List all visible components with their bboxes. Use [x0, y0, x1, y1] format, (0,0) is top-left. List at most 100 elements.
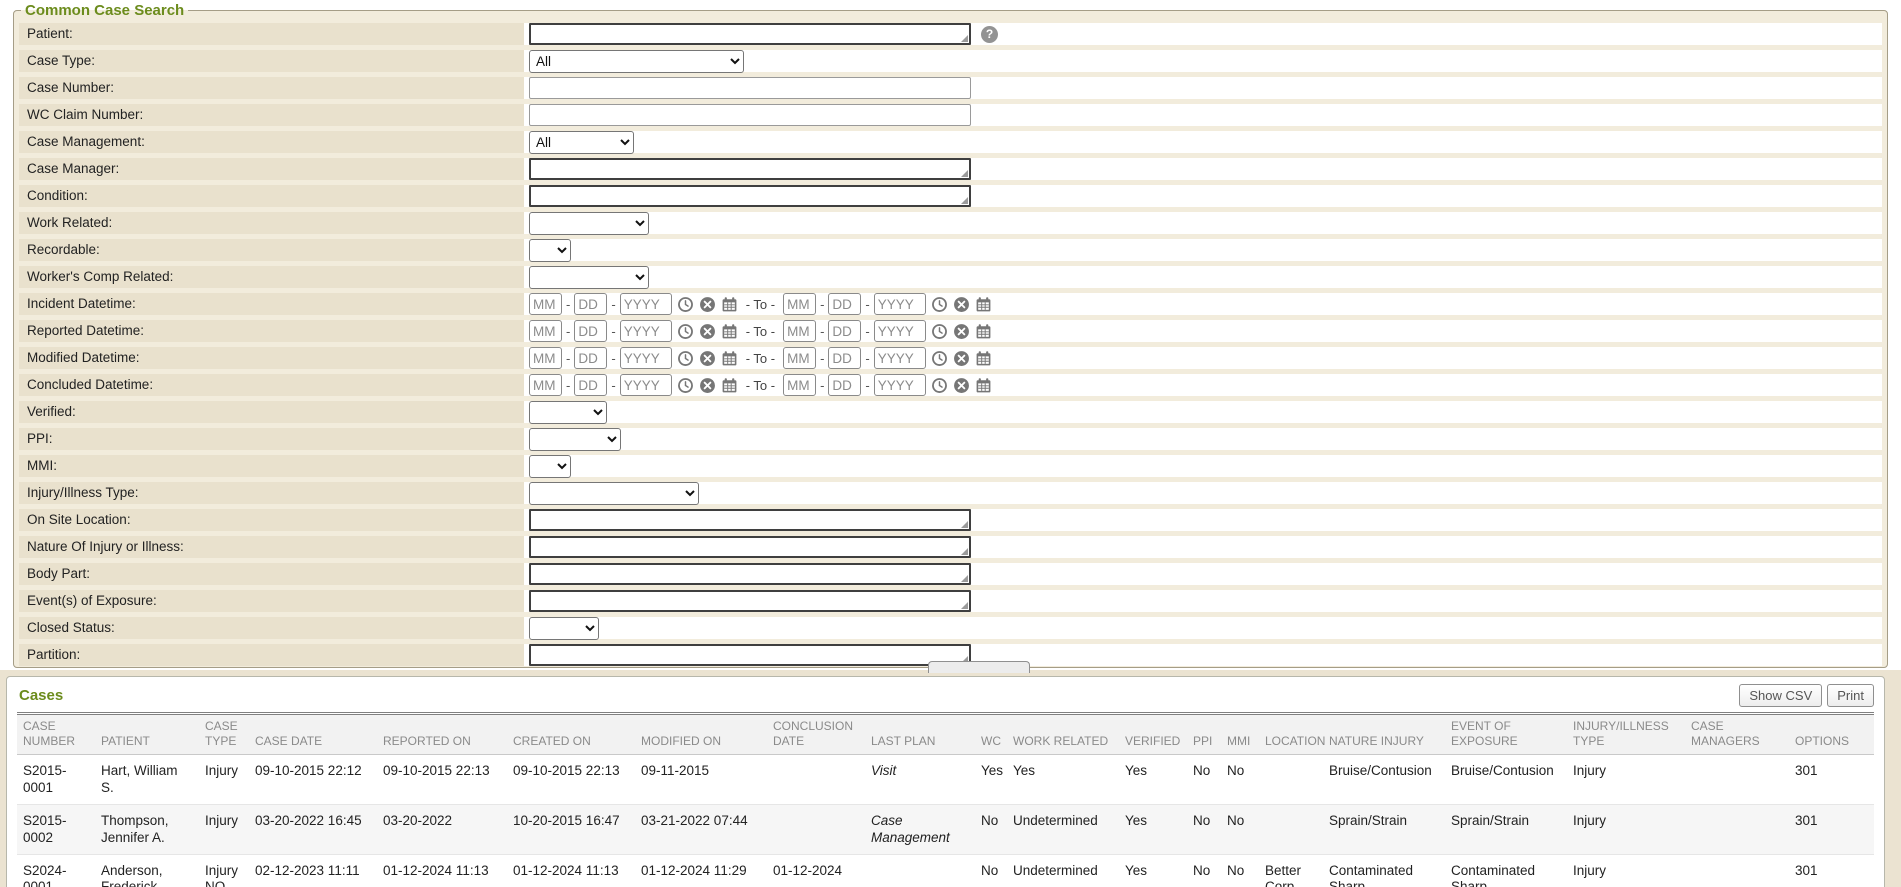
- clear-icon[interactable]: [699, 323, 716, 340]
- calendar-icon[interactable]: [721, 350, 738, 367]
- incident-from-year-input[interactable]: [620, 293, 672, 315]
- cell-created-on: 09-10-2015 22:13: [507, 755, 635, 805]
- case-number-input[interactable]: [529, 77, 971, 99]
- modified-to-day-input[interactable]: [828, 347, 861, 369]
- cell-case-type: Injury: [199, 755, 249, 805]
- wc-claim-number-input[interactable]: [529, 104, 971, 126]
- events-of-exposure-input[interactable]: [529, 590, 971, 612]
- patient-input[interactable]: [529, 23, 971, 45]
- concluded-from-month-input[interactable]: [529, 374, 562, 396]
- modified-from-day-input[interactable]: [574, 347, 607, 369]
- concluded-from-day-input[interactable]: [574, 374, 607, 396]
- reported-to-day-input[interactable]: [828, 320, 861, 342]
- date-separator: -: [566, 297, 570, 312]
- cell-work-related: Yes: [1007, 755, 1119, 805]
- partition-input[interactable]: [529, 644, 971, 666]
- modified-to-month-input[interactable]: [783, 347, 816, 369]
- condition-input[interactable]: [529, 185, 971, 207]
- recordable-select[interactable]: [529, 239, 571, 262]
- calendar-icon[interactable]: [975, 296, 992, 313]
- form-row-closed-status: Closed Status:: [19, 617, 1882, 639]
- clock-icon[interactable]: [931, 350, 948, 367]
- cell-reported-on: 01-12-2024 11:13: [377, 854, 507, 887]
- clear-icon[interactable]: [953, 296, 970, 313]
- modified-from-year-input[interactable]: [620, 347, 672, 369]
- cell-conclusion-date: 01-12-2024: [767, 854, 865, 887]
- closed-status-select[interactable]: [529, 617, 599, 640]
- col-conclusion-date: CONCLUSION DATE: [767, 715, 865, 755]
- reported-from-day-input[interactable]: [574, 320, 607, 342]
- clear-icon[interactable]: [953, 377, 970, 394]
- clear-icon[interactable]: [699, 377, 716, 394]
- cell-mmi: No: [1221, 804, 1259, 854]
- clipped-button[interactable]: [928, 661, 1030, 673]
- clock-icon[interactable]: [677, 350, 694, 367]
- verified-select[interactable]: [529, 401, 607, 424]
- reported-datetime-label: Reported Datetime:: [19, 320, 524, 342]
- calendar-icon[interactable]: [721, 377, 738, 394]
- clock-icon[interactable]: [677, 296, 694, 313]
- table-row[interactable]: S2015-0002 Thompson, Jennifer A. Injury …: [17, 804, 1874, 854]
- cell-case-date: 09-10-2015 22:12: [249, 755, 377, 805]
- body-part-input[interactable]: [529, 563, 971, 585]
- mmi-select[interactable]: [529, 455, 571, 478]
- cell-event-of-exposure: Contaminated Sharp: [1445, 854, 1567, 887]
- cell-verified: Yes: [1119, 854, 1187, 887]
- form-row-work-related: Work Related:: [19, 212, 1882, 234]
- col-modified-on: MODIFIED ON: [635, 715, 767, 755]
- cases-section: Cases Show CSV Print CASE NUMBER PATIENT…: [6, 676, 1885, 887]
- clear-icon[interactable]: [953, 323, 970, 340]
- table-row[interactable]: S2024-0001 Anderson, Frederick Injury NO…: [17, 854, 1874, 887]
- workers-comp-related-select[interactable]: [529, 266, 649, 289]
- clear-icon[interactable]: [953, 350, 970, 367]
- calendar-icon[interactable]: [721, 296, 738, 313]
- clock-icon[interactable]: [677, 377, 694, 394]
- on-site-location-input[interactable]: [529, 509, 971, 531]
- modified-from-month-input[interactable]: [529, 347, 562, 369]
- form-row-incident-datetime: Incident Datetime: -- - To - --: [19, 293, 1882, 315]
- case-type-select[interactable]: All: [529, 50, 744, 73]
- cell-mmi: No: [1221, 755, 1259, 805]
- incident-to-year-input[interactable]: [874, 293, 926, 315]
- concluded-from-year-input[interactable]: [620, 374, 672, 396]
- incident-from-month-input[interactable]: [529, 293, 562, 315]
- cell-ppi: No: [1187, 804, 1221, 854]
- reported-from-month-input[interactable]: [529, 320, 562, 342]
- clock-icon[interactable]: [677, 323, 694, 340]
- cell-modified-on: 03-21-2022 07:44: [635, 804, 767, 854]
- reported-from-year-input[interactable]: [620, 320, 672, 342]
- reported-to-year-input[interactable]: [874, 320, 926, 342]
- calendar-icon[interactable]: [975, 350, 992, 367]
- clock-icon[interactable]: [931, 377, 948, 394]
- calendar-icon[interactable]: [721, 323, 738, 340]
- case-management-select[interactable]: All: [529, 131, 634, 154]
- clock-icon[interactable]: [931, 323, 948, 340]
- incident-to-month-input[interactable]: [783, 293, 816, 315]
- case-manager-input[interactable]: [529, 158, 971, 180]
- work-related-select[interactable]: [529, 212, 649, 235]
- form-row-case-manager: Case Manager:: [19, 158, 1882, 180]
- calendar-icon[interactable]: [975, 323, 992, 340]
- show-csv-button[interactable]: Show CSV: [1739, 684, 1822, 707]
- help-icon[interactable]: ?: [981, 26, 998, 43]
- calendar-icon[interactable]: [975, 377, 992, 394]
- concluded-to-day-input[interactable]: [828, 374, 861, 396]
- table-row[interactable]: S2015-0001 Hart, William S. Injury 09-10…: [17, 755, 1874, 805]
- injury-illness-type-select[interactable]: [529, 482, 699, 505]
- reported-to-month-input[interactable]: [783, 320, 816, 342]
- incident-to-day-input[interactable]: [828, 293, 861, 315]
- ppi-select[interactable]: [529, 428, 621, 451]
- print-button[interactable]: Print: [1827, 684, 1874, 707]
- concluded-to-month-input[interactable]: [783, 374, 816, 396]
- col-reported-on: REPORTED ON: [377, 715, 507, 755]
- col-patient: PATIENT: [95, 715, 199, 755]
- clear-icon[interactable]: [699, 296, 716, 313]
- concluded-to-year-input[interactable]: [874, 374, 926, 396]
- form-row-case-type: Case Type: All: [19, 50, 1882, 72]
- date-separator: -: [611, 324, 615, 339]
- clock-icon[interactable]: [931, 296, 948, 313]
- nature-of-injury-input[interactable]: [529, 536, 971, 558]
- incident-from-day-input[interactable]: [574, 293, 607, 315]
- modified-to-year-input[interactable]: [874, 347, 926, 369]
- clear-icon[interactable]: [699, 350, 716, 367]
